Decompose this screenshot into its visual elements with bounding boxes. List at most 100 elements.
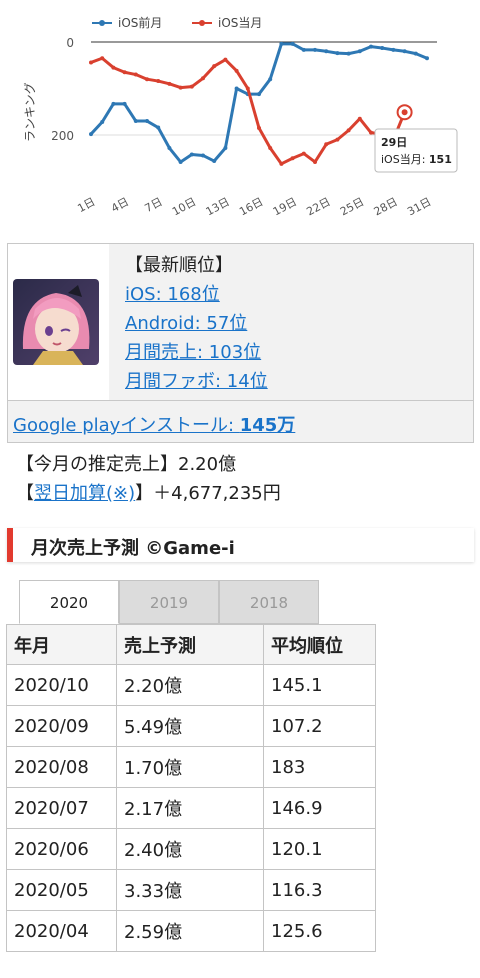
data-point: [167, 81, 172, 86]
data-point: [89, 132, 93, 137]
data-point: [223, 57, 228, 62]
data-point: [425, 56, 429, 61]
cell-rank: 120.1: [263, 828, 376, 870]
tab-2020[interactable]: 2020: [19, 580, 119, 624]
data-point: [122, 101, 127, 106]
cell-rank: 107.2: [263, 705, 376, 747]
ranking-chart-card: 0 200 ランキング 1日 4日 7日 10日 13日 16日 19日 22日 25日 28日 31日 i…: [10, 0, 472, 222]
data-point: [145, 77, 149, 82]
data-point: [201, 153, 205, 158]
cell-rank: 145.1: [263, 664, 376, 706]
cell-month: 2020/08: [6, 746, 117, 788]
ranking-cell: 【最新順位】 iOS: 168位 Android: 57位 月間売上: 103位…: [109, 244, 473, 401]
header-sales-forecast: 売上予測: [116, 624, 264, 665]
cell-rank: 146.9: [263, 787, 376, 829]
cell-month: 2020/10: [6, 664, 117, 706]
y-tick-label: 200: [51, 129, 74, 143]
cell-month: 2020/07: [6, 787, 117, 829]
install-count[interactable]: Google playインストール: 145万: [13, 411, 295, 437]
data-point: [357, 49, 362, 54]
x-tick-label: 28日: [372, 195, 400, 218]
data-point: [111, 101, 116, 106]
data-point: [234, 68, 239, 73]
data-point: [369, 44, 373, 49]
monthly-sales-rank-link[interactable]: 月間売上: 103位: [125, 342, 261, 363]
install-link[interactable]: Google playインストール: 145万: [13, 415, 295, 436]
data-point: [212, 159, 217, 164]
game-icon[interactable]: [13, 279, 99, 365]
table-row: 2020/07 2.17億 146.9: [6, 787, 376, 829]
data-point: [133, 72, 138, 77]
x-tick-label: 7日: [143, 195, 165, 215]
x-tick-label: 25日: [338, 195, 366, 218]
cell-month: 2020/09: [6, 705, 117, 747]
data-point: [324, 142, 329, 147]
cell-sales: 5.49億: [116, 705, 264, 747]
table-row: 2020/04 2.59億 125.6: [6, 910, 376, 952]
data-point: [369, 130, 373, 135]
data-point: [156, 125, 161, 130]
x-tick-label: 19日: [271, 195, 299, 218]
next-day-prefix: 【: [16, 483, 34, 504]
table-row: 2020/05 3.33億 116.3: [6, 869, 376, 911]
data-point: [133, 119, 138, 124]
cell-month: 2020/04: [6, 910, 117, 952]
header-year-month: 年月: [6, 624, 117, 665]
data-point: [178, 85, 183, 90]
table-row: 2020/08 1.70億 183: [6, 746, 376, 788]
tooltip-day: 29日: [381, 136, 407, 149]
cell-sales: 2.40億: [116, 828, 264, 870]
game-info-box: 【最新順位】 iOS: 168位 Android: 57位 月間売上: 103位…: [7, 243, 474, 443]
data-point: [111, 65, 116, 70]
legend-label: iOS前月: [118, 15, 162, 30]
data-point: [313, 47, 317, 52]
tab-2018[interactable]: 2018: [219, 580, 319, 624]
monthly-fav-rank-link[interactable]: 月間ファボ: 14位: [125, 371, 268, 392]
data-point: [279, 161, 284, 166]
data-point: [122, 70, 127, 75]
next-day-amount: 】＋4,677,235円: [135, 483, 281, 504]
x-tick-label: 1日: [75, 195, 97, 215]
cell-rank: 183: [263, 746, 376, 788]
section-accent-bar: [7, 528, 13, 562]
data-point: [335, 137, 340, 142]
table-row: 2020/10 2.20億 145.1: [6, 664, 376, 706]
x-tick-label: 10日: [170, 195, 198, 218]
cell-rank: 116.3: [263, 869, 376, 911]
latest-rank-heading: 【最新順位】: [125, 255, 233, 276]
monthly-sales-estimate: 【今月の推定売上】2.20億: [16, 454, 237, 475]
data-point: [313, 159, 317, 164]
cell-sales: 2.59億: [116, 910, 264, 952]
next-day-info-link[interactable]: 翌日加算(※): [34, 483, 135, 504]
data-point: [189, 152, 194, 157]
data-point: [301, 47, 306, 52]
data-point: [290, 156, 295, 161]
data-point: [357, 116, 362, 121]
x-tick-label: 22日: [304, 195, 332, 218]
data-point: [145, 119, 149, 124]
data-point: [167, 146, 172, 151]
data-point: [156, 79, 161, 84]
ranking-chart: 0 200 ランキング 1日 4日 7日 10日 13日 16日 19日 22日 25日 28日 31日 i…: [23, 15, 458, 218]
data-point: [201, 76, 205, 81]
section-title: 月次売上予測 ©Game-i: [31, 538, 235, 559]
ios-rank-link[interactable]: iOS: 168位: [125, 284, 220, 305]
x-tick-label: 13日: [204, 195, 232, 218]
legend-swatch-dot: [199, 20, 205, 26]
install-label: Google playインストール:: [13, 415, 240, 436]
data-point: [301, 151, 306, 156]
data-point: [178, 159, 183, 164]
data-point: [391, 47, 396, 52]
data-point: [279, 41, 284, 46]
data-point: [189, 84, 194, 89]
series-line: [90, 56, 406, 166]
data-point: [324, 49, 329, 54]
tab-2019[interactable]: 2019: [119, 580, 219, 624]
android-rank-link[interactable]: Android: 57位: [125, 313, 247, 334]
cell-sales: 3.33億: [116, 869, 264, 911]
cell-sales: 2.17億: [116, 787, 264, 829]
data-point: [346, 128, 351, 133]
data-point: [245, 86, 250, 91]
y-tick-label: 0: [66, 36, 74, 50]
table-row: 2020/09 5.49億 107.2: [6, 705, 376, 747]
